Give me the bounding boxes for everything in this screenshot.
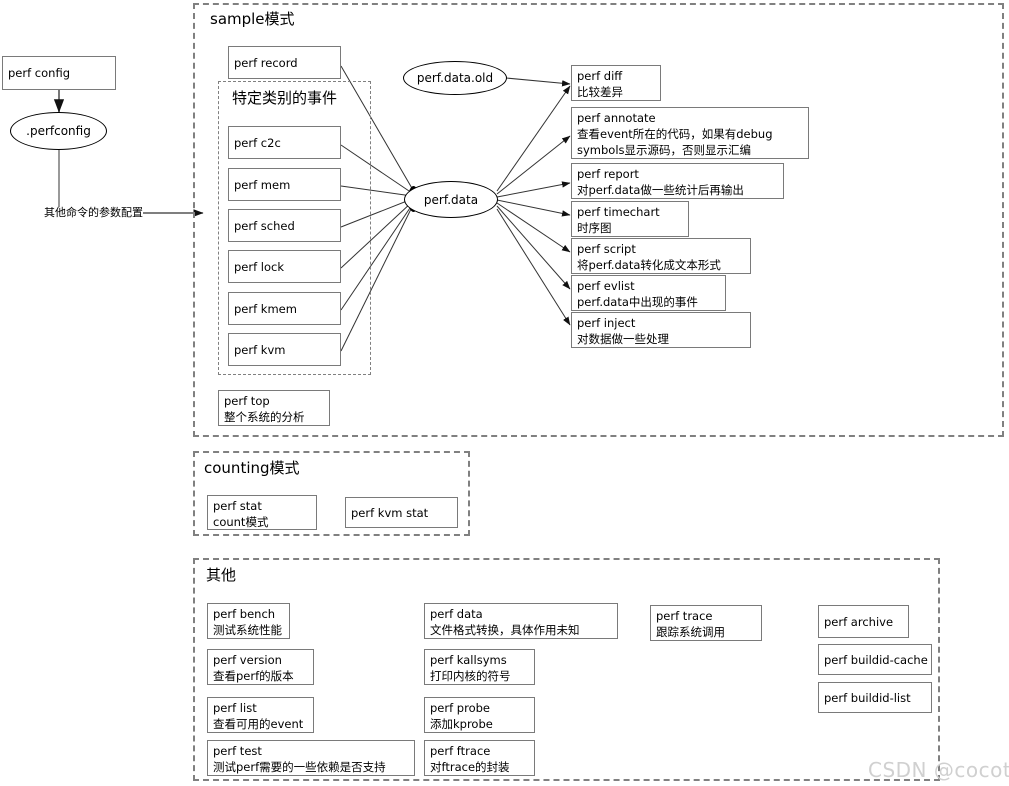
node-perf-data-old[interactable]: perf.data.old [403,61,507,95]
node-perf-record[interactable]: perf record [228,46,341,79]
node-event-2[interactable]: perf sched [228,209,341,242]
node-output-4[interactable]: perf script 将perf.data转化成文本形式 [571,238,751,274]
node-perf-config[interactable]: perf config [2,56,116,90]
group-counting-mode-title: counting模式 [204,459,300,477]
node-perf-data[interactable]: perf.data [404,181,498,218]
node-output-0[interactable]: perf diff 比较差异 [571,65,661,101]
node-event-0[interactable]: perf c2c [228,126,341,159]
node-other-c1-0[interactable]: perf bench 测试系统性能 [207,603,290,639]
node-output-6[interactable]: perf inject 对数据做一些处理 [571,312,751,348]
node-other-c2-1[interactable]: perf kallsyms 打印内核的符号 [424,649,535,685]
node-other-c2-3[interactable]: perf ftrace 对ftrace的封装 [424,740,535,776]
node-other-c3-0[interactable]: perf trace 跟踪系统调用 [650,605,762,641]
edge-label-other-command-config: 其他命令的参数配置 [44,206,143,219]
node-other-c2-0[interactable]: perf data 文件格式转换，具体作用未知 [424,603,618,639]
group-sample-mode-title: sample模式 [210,10,295,28]
node-output-1[interactable]: perf annotate 查看event所在的代码，如果有debug symb… [571,107,809,159]
node-other-c1-1[interactable]: perf version 查看perf的版本 [207,649,314,685]
node-counting-1[interactable]: perf kvm stat [345,497,458,528]
node-perf-record-label: perf record [234,55,298,70]
node-other-c4-1[interactable]: perf buildid-cache [818,644,932,675]
node-other-c1-2[interactable]: perf list 查看可用的event [207,697,314,733]
node-other-c4-0[interactable]: perf archive [818,605,909,638]
node-event-5[interactable]: perf kvm [228,333,341,366]
node-event-3[interactable]: perf lock [228,250,341,283]
watermark-csdn: CSDN @cocoti [868,758,1009,782]
group-specific-events-title: 特定类别的事件 [232,89,338,107]
node-event-4[interactable]: perf kmem [228,292,341,325]
node-other-c1-3[interactable]: perf test 测试perf需要的一些依赖是否支持 [207,740,415,776]
node-event-1[interactable]: perf mem [228,168,341,201]
node-output-3[interactable]: perf timechart 时序图 [571,201,689,237]
node-other-c4-2[interactable]: perf buildid-list [818,682,932,713]
node-perfconfig-file-label: .perfconfig [26,124,91,138]
node-perfconfig-file[interactable]: .perfconfig [10,112,107,150]
node-output-5[interactable]: perf evlist perf.data中出现的事件 [571,275,726,311]
node-perf-top[interactable]: perf top 整个系统的分析 [218,390,330,426]
group-other-title: 其他 [206,566,237,584]
node-counting-0[interactable]: perf stat count模式 [207,495,317,530]
node-output-2[interactable]: perf report 对perf.data做一些统计后再输出 [571,163,784,199]
node-other-c2-2[interactable]: perf probe 添加kprobe [424,697,535,733]
diagram-canvas: perf config .perfconfig 其他命令的参数配置 sample… [0,0,1009,786]
node-perf-config-label: perf config [8,66,70,80]
